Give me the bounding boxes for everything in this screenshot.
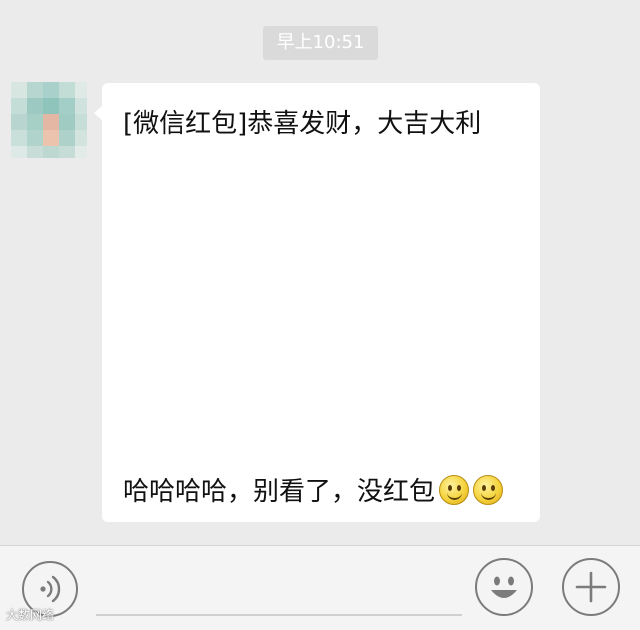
- emoji-button[interactable]: [475, 558, 533, 616]
- watermark: 大数网络: [6, 608, 55, 622]
- smiley-icon: [491, 576, 517, 598]
- smile-emoji-icon: [473, 474, 504, 505]
- avatar[interactable]: [11, 82, 87, 158]
- more-button[interactable]: [562, 558, 620, 616]
- chat-area[interactable]: 早上10:51 [微信红包]恭喜发财，大吉大利 哈哈哈哈，别看了，没红包: [0, 0, 640, 545]
- message-bubble[interactable]: [微信红包]恭喜发财，大吉大利 哈哈哈哈，别看了，没红包: [94, 83, 540, 522]
- message-text-line-2-row: 哈哈哈哈，别看了，没红包: [123, 471, 504, 508]
- message-input[interactable]: [96, 614, 462, 616]
- smile-emoji-icon: [439, 474, 470, 505]
- input-bar: [0, 545, 640, 630]
- message-text-line-2: 哈哈哈哈，别看了，没红包: [123, 477, 436, 507]
- bubble-tail: [94, 105, 103, 121]
- plus-icon: [575, 571, 607, 603]
- message-text-line-1: [微信红包]恭喜发财，大吉大利: [123, 109, 482, 139]
- message-timestamp: 早上10:51: [263, 26, 378, 60]
